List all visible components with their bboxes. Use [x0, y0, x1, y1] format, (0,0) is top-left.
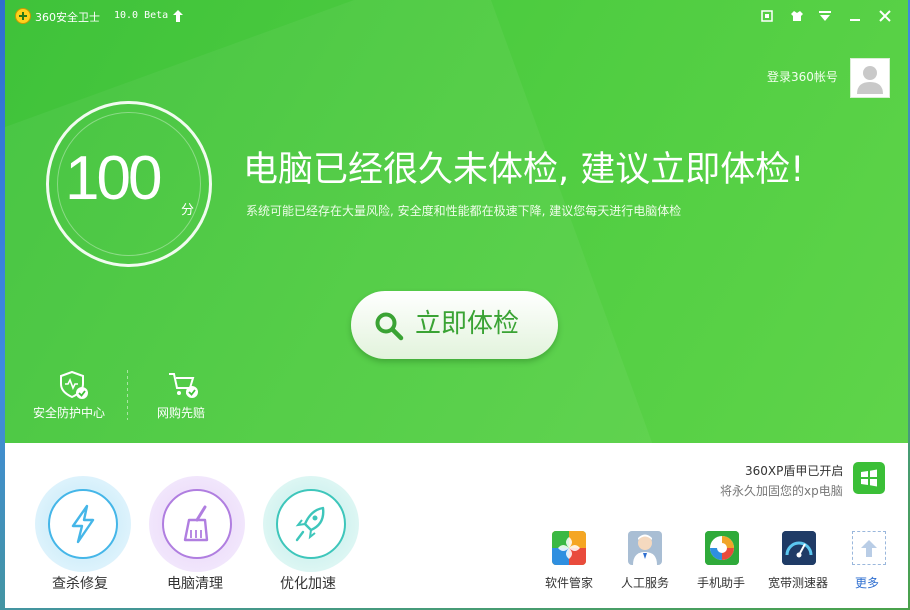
xp-shield-status: 360XP盾甲已开启 [745, 464, 844, 478]
minimize-icon[interactable] [845, 6, 865, 26]
phone-assistant-icon[interactable] [705, 531, 739, 565]
windows-icon [861, 469, 877, 487]
phone-assistant-label[interactable]: 手机助手 [697, 574, 745, 591]
update-arrow-icon[interactable] [173, 10, 183, 22]
status-subline: 系统可能已经存在大量风险, 安全度和性能都在极速下降, 建议您每天进行电脑体检 [246, 204, 682, 218]
score-unit: 分 [181, 203, 195, 218]
title-bar[interactable]: 360安全卫士 10.0 Beta [5, 0, 908, 32]
rocket-icon [295, 506, 325, 542]
speed-test-icon[interactable] [782, 531, 816, 565]
score-value: 100 [65, 144, 162, 213]
support-agent-icon[interactable] [628, 531, 662, 565]
app-window: 360安全卫士 10.0 Beta 登录360帐号 100 分 电脑已经很久未体… [5, 0, 908, 608]
xp-shield-badge[interactable] [853, 462, 885, 494]
scan-now-label: 立即体检 [415, 309, 520, 339]
xp-shield-description: 将永久加固您的xp电脑 [720, 484, 843, 498]
app-logo-icon [15, 8, 31, 24]
software-manager-label[interactable]: 软件管家 [545, 574, 593, 591]
app-title: 360安全卫士 [35, 11, 100, 24]
broom-icon [183, 505, 209, 542]
cleanup-label: 电脑清理 [167, 576, 223, 592]
shirt-icon[interactable] [787, 6, 807, 26]
cart-check-icon [169, 373, 198, 398]
virus-scan-label: 查杀修复 [52, 576, 108, 592]
shopping-guarantee-label: 网购先赔 [157, 406, 206, 420]
shield-check-icon [60, 370, 88, 399]
support-agent-label[interactable]: 人工服务 [621, 574, 669, 591]
skin-icon[interactable] [757, 6, 777, 26]
user-icon [851, 59, 889, 97]
scan-now-button[interactable]: 立即体检 [351, 291, 558, 359]
more-apps-button[interactable] [852, 531, 886, 565]
divider [127, 370, 128, 420]
software-manager-icon[interactable] [552, 531, 586, 565]
speedup-label: 优化加速 [280, 576, 336, 592]
lightning-icon [71, 504, 95, 544]
avatar[interactable] [850, 58, 890, 98]
speedup-button[interactable] [263, 476, 359, 572]
speed-test-label[interactable]: 宽带测速器 [768, 574, 828, 591]
main-menu-icon[interactable] [815, 6, 835, 26]
close-icon[interactable] [875, 6, 895, 26]
virus-scan-button[interactable] [35, 476, 131, 572]
search-icon [375, 312, 404, 341]
security-center-label: 安全防护中心 [33, 406, 106, 420]
arrow-up-icon [861, 540, 877, 557]
status-panel: 360安全卫士 10.0 Beta 登录360帐号 100 分 电脑已经很久未体… [5, 0, 908, 443]
app-version: 10.0 Beta [114, 10, 169, 21]
status-headline: 电脑已经很久未体检, 建议立即体检! [243, 150, 805, 190]
cleanup-button[interactable] [149, 476, 245, 572]
more-apps-label[interactable]: 更多 [855, 574, 879, 591]
login-link[interactable]: 登录360帐号 [767, 68, 838, 85]
